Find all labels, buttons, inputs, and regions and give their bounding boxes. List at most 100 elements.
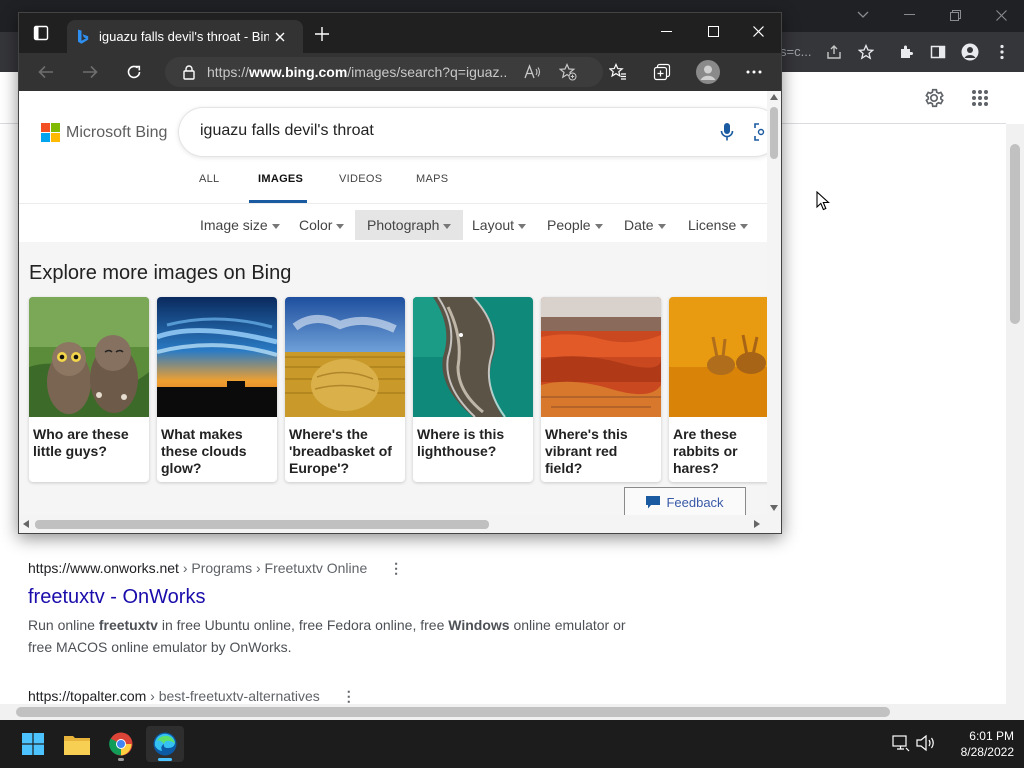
bing-logo-text: Microsoft Bing <box>66 123 168 141</box>
explore-card[interactable]: Are these rabbits or hares? <box>669 297 767 482</box>
start-icon[interactable] <box>14 726 52 762</box>
card-caption: Where's this vibrant red field? <box>545 426 628 476</box>
share-icon[interactable] <box>820 40 848 64</box>
chrome-menu-icon[interactable] <box>988 40 1016 64</box>
extensions-puzzle-icon[interactable] <box>892 40 920 64</box>
explore-more-title: Explore more images on Bing <box>29 262 292 284</box>
result-url-host: https://topalter.com <box>28 688 147 704</box>
page-vertical-scrollbar[interactable] <box>1006 124 1024 704</box>
edge-tab-bing-images[interactable]: iguazu falls devil's throat - Bing Image… <box>67 20 303 53</box>
page-horizontal-scrollbar[interactable] <box>0 704 1024 720</box>
bing-search-box[interactable]: iguazu falls devil's throat <box>179 108 767 156</box>
result-url[interactable]: https://topalter.com › best-freetuxtv-al… <box>28 686 356 706</box>
settings-gear-icon[interactable] <box>920 84 948 112</box>
side-panel-icon[interactable] <box>924 40 952 64</box>
profile-avatar-icon[interactable] <box>956 40 984 64</box>
explore-card[interactable]: Where's this vibrant red field? <box>541 297 661 482</box>
volume-icon[interactable] <box>916 734 936 752</box>
read-aloud-icon[interactable] <box>523 63 541 81</box>
explore-more-section: Explore more images on Bing Who are thes… <box>19 242 767 515</box>
result-snippet: Run online freetuxtv in free Ubuntu onli… <box>28 617 626 655</box>
explore-card[interactable]: Where's the 'breadbasket of Europe'? <box>285 297 405 482</box>
new-tab-icon[interactable] <box>315 27 329 41</box>
profile-avatar-icon[interactable] <box>695 59 721 85</box>
chrome-restore-button[interactable] <box>932 4 978 26</box>
add-favorite-icon[interactable] <box>559 63 577 81</box>
result-url-path: › Programs › Freetuxtv Online <box>178 560 368 576</box>
network-icon[interactable] <box>892 734 910 752</box>
filter-image-size[interactable]: Image size <box>188 210 292 240</box>
settings-and-more-icon[interactable] <box>741 59 767 85</box>
rocky-coast-aerial-image <box>413 297 533 417</box>
visual-search-icon[interactable] <box>754 123 767 141</box>
feedback-button[interactable]: Feedback <box>624 487 746 517</box>
result-url-host: https://www.onworks.net <box>28 560 179 576</box>
explore-card[interactable]: Who are these little guys? <box>29 297 149 482</box>
lock-icon[interactable] <box>183 64 195 80</box>
edge-maximize-button[interactable] <box>708 26 719 37</box>
tab-actions-icon[interactable] <box>33 25 49 41</box>
mouse-cursor-icon <box>816 191 830 211</box>
voice-search-mic-icon[interactable] <box>720 122 734 142</box>
page-horizontal-scroll-thumb[interactable] <box>16 707 890 717</box>
scroll-up-arrow-icon[interactable] <box>770 94 778 100</box>
tab-images[interactable]: IMAGES <box>258 173 303 185</box>
scroll-down-arrow-icon[interactable] <box>770 505 778 511</box>
bookmark-star-icon[interactable] <box>852 40 880 64</box>
apps-grid-icon[interactable] <box>966 84 994 112</box>
image-filter-bar: Image size Color Photograph Layout Peopl… <box>19 204 767 242</box>
card-caption: Who are these little guys? <box>33 426 129 459</box>
edge-tab-title: iguazu falls devil's throat - Bing Image… <box>99 29 269 44</box>
favorites-icon[interactable] <box>605 59 631 85</box>
search-result: https://www.onworks.net › Programs › Fre… <box>28 558 638 658</box>
file-explorer-icon[interactable] <box>58 726 96 762</box>
bing-search-input[interactable]: iguazu falls devil's throat <box>200 122 374 140</box>
edge-vertical-scroll-thumb[interactable] <box>770 107 778 159</box>
microsoft-bing-logo[interactable]: Microsoft Bing <box>41 123 167 142</box>
filter-people[interactable]: People <box>535 210 615 240</box>
result-title-link[interactable]: freetuxtv - OnWorks <box>28 584 638 610</box>
edge-address-bar[interactable]: https://www.bing.com/images/search?q=igu… <box>165 57 603 87</box>
result-url-path: › best-freetuxtv-alternatives <box>146 688 320 704</box>
chrome-tab-search-icon[interactable] <box>840 4 886 26</box>
scroll-right-arrow-icon[interactable] <box>754 520 760 528</box>
chrome-minimize-button[interactable] <box>886 4 932 26</box>
edge-vertical-scrollbar[interactable] <box>767 91 781 515</box>
taskbar-clock[interactable]: 6:01 PM 8/28/2022 <box>961 728 1014 760</box>
refresh-icon[interactable] <box>121 59 147 85</box>
close-tab-icon[interactable] <box>275 32 285 42</box>
edge-url-text: https://www.bing.com/images/search?q=igu… <box>207 64 507 80</box>
chrome-omnibox-tail[interactable]: s=c... <box>780 40 822 64</box>
back-arrow-icon[interactable] <box>33 59 59 85</box>
page-vertical-scroll-thumb[interactable] <box>1010 144 1020 324</box>
explore-card[interactable]: Where is this lighthouse? <box>413 297 533 482</box>
filter-layout[interactable]: Layout <box>460 210 538 240</box>
tab-videos[interactable]: VIDEOS <box>339 173 382 185</box>
filter-color[interactable]: Color <box>287 210 356 240</box>
filter-date[interactable]: Date <box>612 210 678 240</box>
owls-image <box>29 297 149 417</box>
explore-card[interactable]: What makes these clouds glow? <box>157 297 277 482</box>
forward-arrow-icon[interactable] <box>77 59 103 85</box>
tab-maps[interactable]: MAPS <box>416 173 448 185</box>
hay-bale-field-image <box>285 297 405 417</box>
result-more-options-icon[interactable]: ⋮ <box>342 686 356 706</box>
filter-photograph[interactable]: Photograph <box>355 210 464 240</box>
chrome-close-button[interactable] <box>978 4 1024 26</box>
result-more-options-icon[interactable]: ⋮ <box>389 558 403 578</box>
tab-all[interactable]: ALL <box>199 173 219 185</box>
edge-horizontal-scroll-thumb[interactable] <box>35 520 489 529</box>
result-url[interactable]: https://www.onworks.net › Programs › Fre… <box>28 558 638 578</box>
edge-horizontal-scrollbar[interactable] <box>19 515 781 533</box>
chrome-icon[interactable] <box>102 726 140 762</box>
edge-close-button[interactable] <box>753 26 764 37</box>
collections-icon[interactable] <box>649 59 675 85</box>
feedback-label: Feedback <box>666 494 724 510</box>
card-caption: What makes these clouds glow? <box>161 426 247 476</box>
edge-icon[interactable] <box>146 726 184 762</box>
bing-favicon-icon <box>77 29 89 45</box>
filter-license[interactable]: License <box>676 210 760 240</box>
edge-minimize-button[interactable] <box>661 31 672 33</box>
glowing-clouds-image <box>157 297 277 417</box>
scroll-left-arrow-icon[interactable] <box>23 520 29 528</box>
